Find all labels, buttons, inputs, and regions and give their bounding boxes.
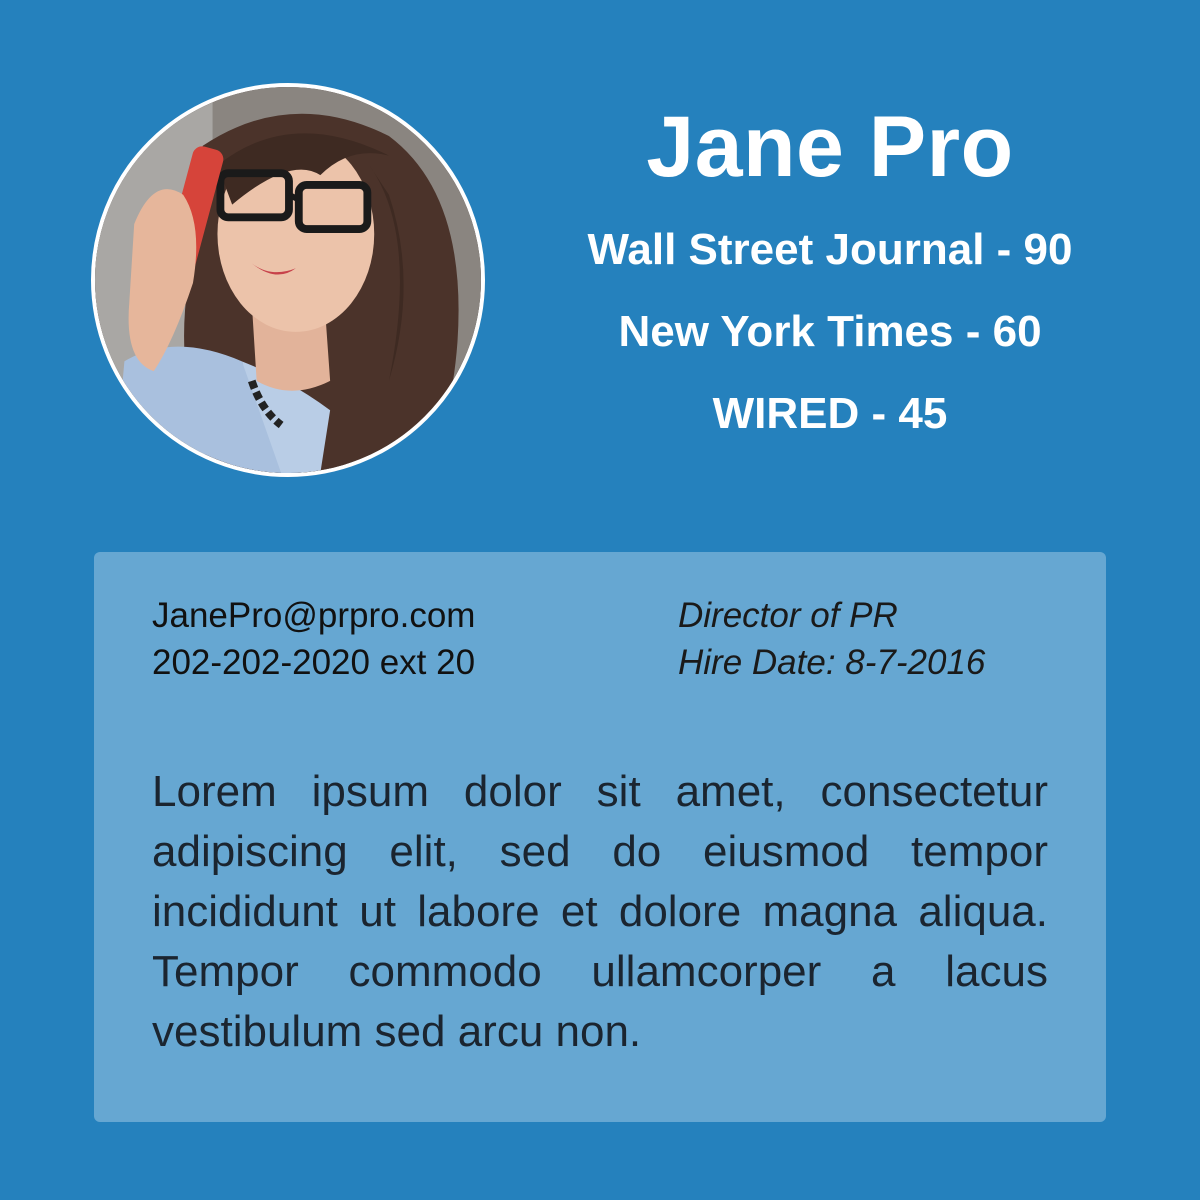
hire-date: Hire Date: 8-7-2016 <box>678 643 986 682</box>
outlet-list: Wall Street Journal - 90 New York Times … <box>520 209 1140 455</box>
outlet-item: WIRED - 45 <box>712 389 948 438</box>
info-card: JanePro@prpro.com 202-202-2020 ext 20 Di… <box>94 552 1106 1122</box>
outlet-item: Wall Street Journal - 90 <box>587 225 1073 274</box>
email-address[interactable]: JanePro@prpro.com <box>152 592 475 639</box>
contact-info: JanePro@prpro.com 202-202-2020 ext 20 <box>152 592 475 686</box>
profile-name: Jane Pro <box>646 99 1014 195</box>
profile-photo <box>91 83 485 477</box>
profile-header: Jane Pro Wall Street Journal - 90 New Yo… <box>520 95 1140 455</box>
job-title: Director of PR <box>678 596 898 635</box>
role-info: Director of PR Hire Date: 8-7-2016 <box>678 592 985 686</box>
bio-text: Lorem ipsum dolor sit amet, consectetur … <box>152 767 1048 1056</box>
outlet-item: New York Times - 60 <box>618 307 1042 356</box>
phone-number[interactable]: 202-202-2020 ext 20 <box>152 639 475 686</box>
person-photo-icon <box>95 87 481 473</box>
